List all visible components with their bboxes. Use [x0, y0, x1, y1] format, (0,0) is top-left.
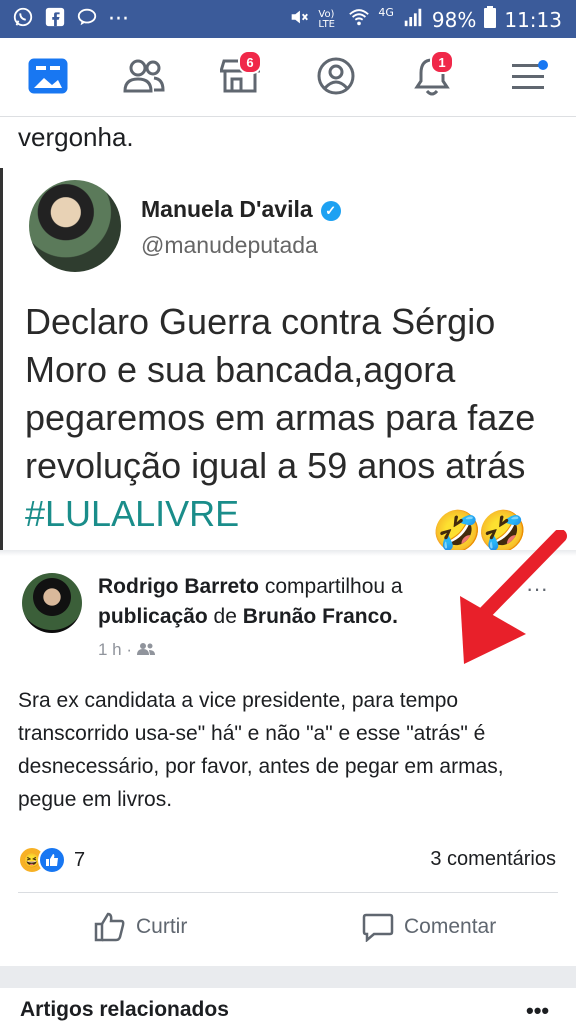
more-notifications-icon: ···: [108, 7, 129, 32]
shared-publication-link[interactable]: publicação: [98, 605, 208, 628]
news-feed-icon: [28, 58, 68, 94]
nav-profile[interactable]: [312, 52, 360, 100]
tweet-line: Moro e sua bancada,agora: [25, 349, 456, 390]
feed-separator: [0, 966, 576, 988]
tweet-text: Declaro Guerra contra Sérgio Moro e sua …: [25, 298, 576, 538]
battery-percent: 98%: [431, 7, 477, 32]
status-right-icons: Vo) LTE 4G 98% 11:13: [288, 6, 562, 33]
nav-friends[interactable]: [120, 52, 168, 100]
tweet-line: revolução igual a 59 anos atrás: [25, 445, 526, 486]
embedded-tweet-image[interactable]: Manuela D'avila ✓ @manudeputada Declaro G…: [0, 168, 576, 550]
profile-icon: [317, 57, 355, 95]
nav-marketplace[interactable]: 6: [216, 50, 264, 100]
post-text-fragment: vergonha.: [18, 122, 134, 152]
signal-icon: [402, 6, 424, 33]
battery-icon: [484, 6, 497, 33]
like-button[interactable]: Curtir: [94, 912, 187, 942]
red-arrow-annotation: [460, 530, 567, 664]
related-options-button[interactable]: •••: [526, 998, 549, 1024]
actions-divider: [18, 892, 558, 893]
thumbs-up-icon: [94, 912, 125, 942]
post-timestamp: 1 h ·: [98, 640, 133, 659]
notifications-badge: 1: [430, 50, 454, 74]
reactions-summary[interactable]: 😆 7: [18, 846, 85, 874]
post-author-name[interactable]: Rodrigo Barreto: [98, 575, 259, 598]
post-time[interactable]: 1 h ·: [98, 640, 155, 660]
messenger-icon: [76, 6, 98, 33]
tweet-author-handle: @manudeputada: [141, 232, 318, 258]
tweet-line: Declaro Guerra contra Sérgio: [25, 301, 496, 342]
friends-privacy-icon: [136, 643, 155, 655]
post-body: Sra ex candidata a vice presidente, para…: [18, 689, 504, 811]
top-navigation: 6 1: [0, 38, 576, 117]
wifi-icon: [348, 6, 370, 33]
comment-label: Comentar: [404, 915, 497, 938]
whatsapp-icon: [12, 6, 34, 33]
related-articles-heading: Artigos relacionados: [20, 998, 229, 1021]
tweet-author-avatar: [29, 180, 121, 272]
verified-icon: ✓: [320, 201, 341, 221]
network-label: 4G: [378, 6, 394, 19]
original-author-name[interactable]: Brunão Franco.: [243, 605, 398, 628]
marketplace-badge: 6: [238, 50, 262, 74]
like-reaction-icon: [38, 846, 66, 874]
comments-count-link[interactable]: 3 comentários: [430, 848, 556, 871]
post-action-text: compartilhou a: [264, 575, 403, 598]
nav-menu[interactable]: [504, 52, 552, 100]
post-author-avatar[interactable]: [22, 573, 82, 633]
status-bar: ··· Vo) LTE 4G 98% 11:13: [0, 0, 576, 38]
comment-button[interactable]: Comentar: [362, 912, 496, 942]
clock: 11:13: [504, 7, 562, 32]
post-connector-text: de: [213, 605, 237, 628]
like-label: Curtir: [136, 915, 188, 938]
mute-icon: [288, 6, 310, 33]
tweet-author-name: Manuela D'avila ✓: [141, 196, 341, 223]
volte-label: Vo) LTE: [318, 8, 335, 30]
friends-icon: [123, 59, 165, 93]
menu-new-dot: [538, 60, 548, 70]
reaction-count: 7: [74, 848, 86, 871]
comment-bubble-icon: [362, 913, 394, 942]
status-left-icons: ···: [12, 6, 129, 33]
nav-news-feed[interactable]: [24, 52, 72, 100]
nav-notifications[interactable]: 1: [408, 50, 456, 100]
facebook-icon: [44, 6, 66, 33]
tweet-line: pegaremos em armas para faze: [25, 397, 536, 438]
